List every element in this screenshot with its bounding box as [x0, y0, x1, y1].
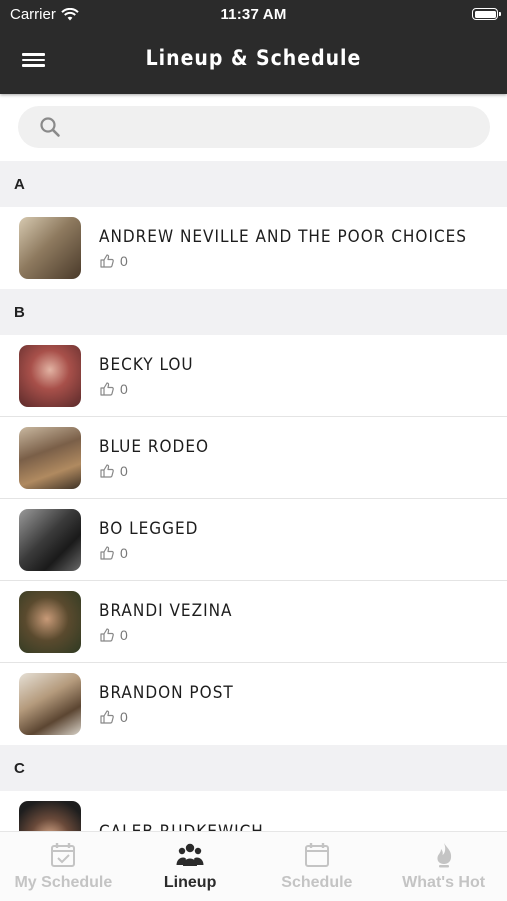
group-icon	[176, 843, 204, 866]
likes-count[interactable]: 0	[99, 381, 194, 397]
artist-photo	[19, 508, 81, 571]
tab-label: Lineup	[163, 874, 217, 891]
thumbs-up-icon	[100, 381, 114, 396]
thumbs-up-icon	[100, 463, 114, 478]
artist-row[interactable]: Brandon Post 0	[0, 663, 507, 745]
page-title: Lineup & Schedule	[145, 46, 362, 70]
artist-photo	[19, 590, 81, 653]
section-header-a: A	[0, 161, 507, 207]
likes-count[interactable]: 0	[99, 463, 209, 479]
likes-count[interactable]: 0	[99, 627, 232, 643]
likes-value: 0	[120, 380, 128, 397]
search-container	[0, 94, 507, 161]
artist-photo	[19, 801, 81, 831]
artist-name: Andrew Neville and the Poor Choices	[99, 227, 468, 247]
artist-row[interactable]: Blue Rodeo 0	[0, 417, 507, 499]
calendar-icon	[304, 843, 329, 867]
tab-schedule[interactable]: Schedule	[254, 832, 381, 901]
artist-row[interactable]: Becky Lou 0	[0, 335, 507, 417]
artist-name: Becky Lou	[99, 354, 194, 375]
artist-row[interactable]: Caleb Rudkewich	[0, 791, 507, 831]
battery-icon	[472, 8, 501, 20]
artist-photo	[19, 426, 81, 489]
artist-row[interactable]: Andrew Neville and the Poor Choices 0	[0, 207, 507, 289]
artist-name: Bo Legged	[99, 518, 199, 539]
likes-value: 0	[120, 253, 128, 269]
thumbs-up-icon	[100, 710, 114, 724]
section-header-b: B	[0, 289, 507, 335]
likes-count[interactable]: 0	[99, 709, 234, 725]
section-header-c: C	[0, 745, 507, 791]
tab-label: What's Hot	[402, 874, 486, 891]
tab-label: My Schedule	[14, 874, 113, 891]
artist-name: Brandon Post	[99, 683, 234, 703]
artist-name: Caleb Rudkewich	[99, 822, 264, 831]
likes-count[interactable]: 0	[99, 545, 198, 561]
flame-icon	[437, 843, 451, 868]
search-icon	[40, 117, 60, 137]
tab-bar: My Schedule Lineup Schedule What's Hot	[0, 831, 507, 901]
thumbs-up-icon	[100, 545, 114, 560]
tab-label: Schedule	[281, 874, 353, 891]
search-bar[interactable]	[18, 106, 490, 148]
artist-photo	[19, 217, 81, 279]
artist-list[interactable]: A Andrew Neville and the Poor Choices 0 …	[0, 161, 507, 831]
artist-name: Brandi Vezina	[99, 600, 233, 621]
artist-photo	[19, 673, 81, 735]
thumbs-up-icon	[100, 627, 114, 642]
likes-value: 0	[120, 462, 128, 479]
tab-lineup[interactable]: Lineup	[127, 832, 254, 901]
artist-row[interactable]: Bo Legged 0	[0, 499, 507, 581]
navigation-bar: Carrier 11:37 AM Lineup & Schedule	[0, 0, 507, 94]
likes-value: 0	[120, 626, 128, 643]
artist-row[interactable]: Brandi Vezina 0	[0, 581, 507, 663]
likes-value: 0	[120, 544, 128, 561]
tab-whats-hot[interactable]: What's Hot	[380, 832, 507, 901]
tab-my-schedule[interactable]: My Schedule	[0, 832, 127, 901]
thumbs-up-icon	[100, 254, 114, 268]
artist-photo	[19, 344, 81, 407]
likes-count[interactable]: 0	[99, 253, 467, 269]
artist-name: Blue Rodeo	[99, 436, 210, 457]
app-screen: Carrier 11:37 AM Lineup & Schedule A AND…	[0, 0, 507, 901]
search-input[interactable]	[70, 106, 490, 148]
status-time: 11:37 AM	[220, 6, 287, 23]
likes-value: 0	[120, 709, 128, 725]
calendar-check-icon	[51, 843, 76, 867]
